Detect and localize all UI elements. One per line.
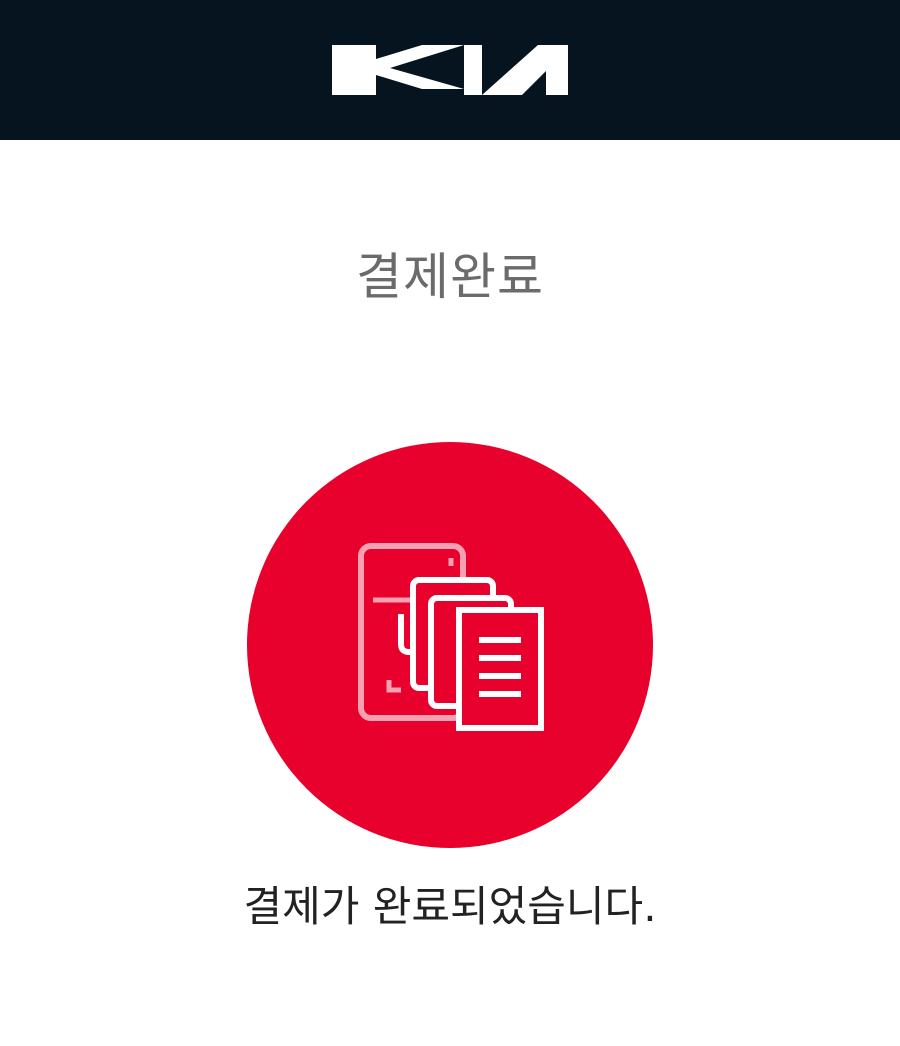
top-header bbox=[0, 0, 900, 140]
kia-logo-icon bbox=[332, 45, 568, 95]
completion-message: 결제가 완료되었습니다. bbox=[243, 882, 657, 931]
page-title: 결제완료 bbox=[356, 248, 544, 306]
payment-documents-icon bbox=[358, 543, 544, 731]
